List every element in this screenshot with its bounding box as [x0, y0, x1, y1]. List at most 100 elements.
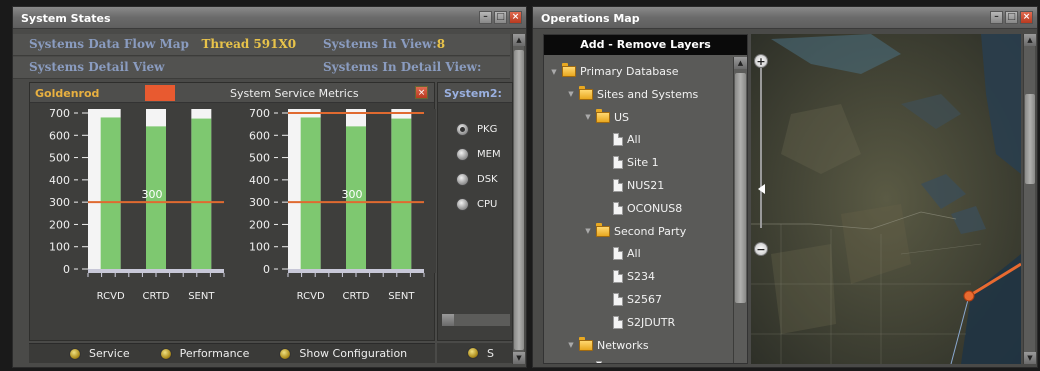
zoom-out-icon[interactable]: −: [754, 242, 768, 256]
map-view[interactable]: + −: [751, 34, 1021, 364]
scroll-up-arrow-icon[interactable]: ▲: [1024, 34, 1036, 46]
system-color-swatch[interactable]: [145, 85, 175, 101]
tree-item[interactable]: ▼ Second Party: [584, 222, 687, 238]
system2-panel: System2: PKG MEM DSK CPU: [437, 82, 513, 341]
tree-item-label: NUS21: [627, 179, 665, 192]
bar-gap: [166, 109, 192, 273]
zoom-slider[interactable]: [760, 68, 762, 228]
close-button[interactable]: ×: [509, 11, 522, 24]
bar-rcvd[interactable]: [100, 117, 121, 269]
system2-option-mem[interactable]: MEM: [456, 148, 501, 161]
performance-option[interactable]: Performance: [159, 347, 249, 360]
zoom-in-icon[interactable]: +: [754, 54, 768, 68]
scroll-up-arrow-icon[interactable]: ▲: [513, 34, 525, 46]
tree-item-label: OCONUS8: [627, 201, 683, 215]
x-category-label: CRTD: [342, 291, 369, 302]
minimize-button[interactable]: –: [990, 11, 1003, 24]
operations-map-titlebar[interactable]: Operations Map – □ ×: [533, 7, 1037, 29]
tree-item[interactable]: ▼ Primary Database: [550, 63, 679, 78]
tree-item[interactable]: ▼ Sites and Systems: [567, 85, 699, 101]
bar-sent[interactable]: [191, 118, 212, 269]
map-vscroll[interactable]: ▲ ▼: [1023, 34, 1036, 364]
file-icon: [613, 247, 623, 261]
bar-sent[interactable]: [391, 118, 412, 269]
radio-icon[interactable]: [456, 148, 469, 161]
bar-rcvd[interactable]: [300, 117, 321, 269]
x-category-label: CRTD: [142, 291, 169, 302]
system2-footer-label: S: [487, 346, 494, 360]
tree-item[interactable]: All: [601, 133, 641, 147]
close-button[interactable]: ×: [1020, 11, 1033, 24]
tree-item-label: Site 1: [627, 156, 659, 170]
service-radio-icon[interactable]: [69, 347, 81, 360]
system-states-titlebar[interactable]: System States – □ ×: [13, 7, 526, 29]
scroll-up-arrow-icon[interactable]: ▲: [734, 57, 747, 69]
maximize-button[interactable]: □: [494, 11, 507, 24]
show-configuration-option[interactable]: Show Configuration: [279, 347, 407, 360]
scroll-down-arrow-icon[interactable]: ▼: [513, 352, 525, 364]
radio-icon[interactable]: [456, 173, 469, 186]
tree-item[interactable]: S2JDUTR: [601, 315, 675, 329]
x-category-label: SENT: [188, 291, 215, 302]
expand-arrow-icon[interactable]: ▼: [567, 90, 575, 98]
option-label: MEM: [477, 149, 501, 160]
expand-arrow-icon[interactable]: ▼: [567, 341, 575, 349]
expand-arrow-icon[interactable]: ▼: [584, 113, 592, 121]
radio-icon[interactable]: [456, 198, 469, 211]
expand-arrow-icon[interactable]: ▼: [550, 68, 558, 76]
tree-item[interactable]: S2567: [601, 293, 662, 306]
metrics-chart-1: 0 100 200 300 400 500 600 700 RCVD CRTD SENT 300: [30, 105, 237, 320]
service-option[interactable]: Service: [69, 347, 130, 360]
bar-gap: [366, 109, 392, 273]
tree-item[interactable]: ▼ US: [584, 108, 629, 124]
tree-item[interactable]: NUS21: [601, 179, 664, 192]
thread-label: Thread 591X0: [201, 37, 297, 51]
radio-icon[interactable]: [456, 123, 469, 136]
service-label: Service: [89, 347, 130, 360]
file-icon: [613, 293, 623, 306]
data-flow-map-label[interactable]: Systems Data Flow Map: [29, 37, 189, 51]
tree-item-label: DATA XFR: [610, 361, 663, 363]
y-tick-label: 200: [49, 218, 70, 231]
tree-item-label: Second Party: [614, 224, 687, 238]
tree-item-label: Sites and Systems: [597, 87, 699, 101]
system2-option-cpu[interactable]: CPU: [456, 198, 497, 211]
add-remove-layers-header[interactable]: Add - Remove Layers: [544, 35, 747, 55]
system2-option-dsk[interactable]: DSK: [456, 173, 498, 186]
expand-arrow-icon[interactable]: ▼: [584, 227, 592, 235]
tree-item[interactable]: All: [601, 247, 641, 261]
y-tick-label: 700: [249, 107, 270, 120]
tree-item[interactable]: Site 1: [601, 156, 659, 170]
scroll-thumb[interactable]: [514, 50, 524, 350]
map-svg: [751, 34, 1021, 364]
close-panel-icon[interactable]: ×: [415, 86, 428, 99]
scroll-thumb[interactable]: [1025, 94, 1035, 184]
tree-item[interactable]: DATA XFR: [584, 361, 663, 363]
maximize-button[interactable]: □: [1005, 11, 1018, 24]
system2-hscroll[interactable]: [442, 314, 510, 326]
y-tick-label: 400: [49, 174, 70, 187]
zoom-slider-handle-icon[interactable]: [758, 184, 765, 194]
tree-item[interactable]: S234: [601, 270, 655, 284]
scroll-down-arrow-icon[interactable]: ▼: [1024, 352, 1036, 364]
tree-item[interactable]: OCONUS8: [601, 201, 683, 215]
file-icon: [596, 361, 606, 363]
minimize-button[interactable]: –: [479, 11, 492, 24]
detail-view-label[interactable]: Systems Detail View: [29, 60, 164, 74]
y-tick-label: 0: [63, 263, 70, 276]
states-vscroll[interactable]: ▲ ▼: [512, 34, 525, 364]
systems-in-detail-view-label: Systems In Detail View:: [323, 60, 482, 74]
show-configuration-radio-icon[interactable]: [279, 347, 292, 360]
system2-option-pkg[interactable]: PKG: [456, 123, 497, 136]
layers-vscroll[interactable]: ▲: [733, 57, 747, 363]
x-category-label: RCVD: [297, 291, 325, 302]
states-footer: Service Performance Show Configuration: [29, 343, 435, 363]
system2-footer-radio-icon[interactable]: [467, 347, 479, 359]
performance-radio-icon[interactable]: [159, 347, 172, 360]
system2-footer-option[interactable]: S: [467, 347, 494, 360]
y-tick-label: 300: [249, 196, 270, 209]
tree-item[interactable]: ▼ Networks: [567, 336, 649, 352]
metrics-chart-1-svg: 0 100 200 300 400 500 600 700 RCVD CRTD SENT 300: [49, 107, 237, 302]
scroll-thumb[interactable]: [735, 73, 746, 303]
scroll-left-arrow-icon[interactable]: [442, 314, 454, 326]
